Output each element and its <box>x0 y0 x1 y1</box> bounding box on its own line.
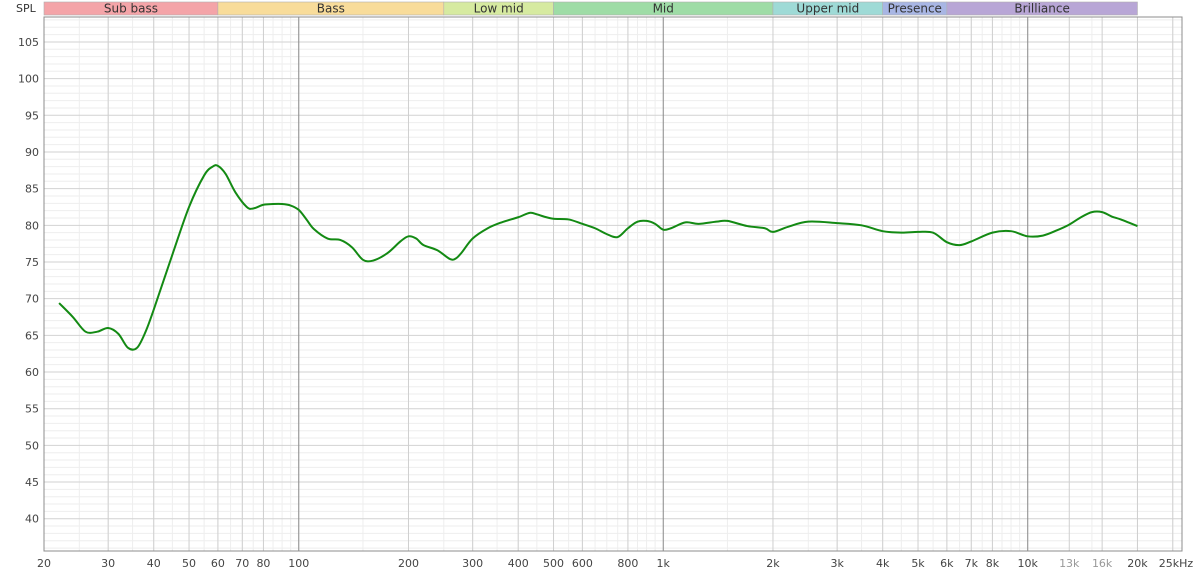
x-tick-label: 80 <box>256 557 270 570</box>
y-tick-label: 45 <box>25 476 39 489</box>
x-tick-label: 70 <box>235 557 249 570</box>
x-tick-label: 40 <box>147 557 161 570</box>
x-tick-label: 20k <box>1127 557 1148 570</box>
y-tick-label: 70 <box>25 293 39 306</box>
x-tick-label: 7k <box>965 557 979 570</box>
y-tick-label: 95 <box>25 109 39 122</box>
x-tick-label: 50 <box>182 557 196 570</box>
x-tick-label: 1k <box>657 557 671 570</box>
y-tick-label: 85 <box>25 183 39 196</box>
x-tick-label: 100 <box>288 557 309 570</box>
x-tick-label: 500 <box>543 557 564 570</box>
x-tick-label: 4k <box>876 557 890 570</box>
y-tick-label: 55 <box>25 403 39 416</box>
x-tick-label: 25kHz <box>1159 557 1194 570</box>
x-tick-label: 2k <box>766 557 780 570</box>
y-tick-label: 75 <box>25 256 39 269</box>
x-tick-label: 10k <box>1018 557 1039 570</box>
x-tick-label: 400 <box>508 557 529 570</box>
x-tick-label: 600 <box>572 557 593 570</box>
y-tick-label: 60 <box>25 366 39 379</box>
x-tick-label: 20 <box>37 557 51 570</box>
band-label: Sub bass <box>104 2 158 16</box>
band-label: Bass <box>317 2 345 16</box>
x-tick-label: 60 <box>211 557 225 570</box>
x-axis-ticks: 20 30 40 50 60 70 80 100 200 300 400 500 600 800 1k 2k 3… <box>37 557 1193 570</box>
x-tick-label: 6k <box>940 557 954 570</box>
y-tick-label: 80 <box>25 219 39 232</box>
x-tick-label: 16k <box>1092 557 1113 570</box>
x-tick-label: 30 <box>101 557 115 570</box>
x-tick-label: 8k <box>986 557 1000 570</box>
y-axis-ticks: 40 45 50 55 60 65 70 75 80 85 90 95 100 105 <box>18 36 39 526</box>
y-tick-label: 50 <box>25 439 39 452</box>
y-tick-label: 100 <box>18 73 39 86</box>
y-axis-label: SPL <box>16 2 37 15</box>
x-tick-label: 200 <box>398 557 419 570</box>
band-label: Upper mid <box>796 2 859 16</box>
y-tick-label: 40 <box>25 513 39 526</box>
x-tick-label: 13k <box>1059 557 1080 570</box>
band-label: Mid <box>653 2 674 16</box>
x-tick-label: 5k <box>911 557 925 570</box>
y-tick-label: 65 <box>25 329 39 342</box>
frequency-response-chart: Sub bass Bass Low mid Mid Upper mid Presence B… <box>16 2 1193 571</box>
x-tick-label: 800 <box>617 557 638 570</box>
band-label: Brilliance <box>1014 2 1069 16</box>
x-tick-label: 300 <box>462 557 483 570</box>
y-tick-label: 105 <box>18 36 39 49</box>
band-label: Presence <box>888 2 942 16</box>
x-tick-label: 3k <box>830 557 844 570</box>
band-label: Low mid <box>474 2 524 16</box>
y-tick-label: 90 <box>25 146 39 159</box>
frequency-band-strip: Sub bass Bass Low mid Mid Upper mid Presence B… <box>43 2 1138 16</box>
